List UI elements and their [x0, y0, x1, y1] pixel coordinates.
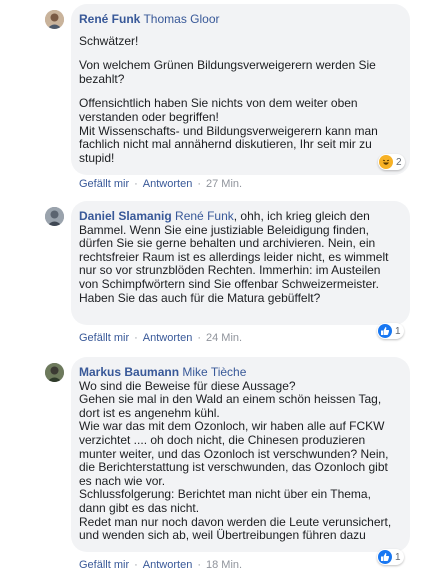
reaction-summary[interactable]: 2 — [378, 154, 405, 170]
like-icon — [378, 324, 392, 338]
avatar[interactable] — [45, 10, 64, 29]
avatar-image — [45, 10, 64, 29]
comment-timestamp[interactable]: 18 Min. — [206, 559, 242, 571]
comment-actions: Gefällt mir · Antworten · 18 Min. — [79, 559, 242, 571]
avatar[interactable] — [45, 207, 64, 226]
separator-dot: · — [197, 332, 201, 344]
comment-text: Schwätzer! — [79, 33, 139, 48]
comment-author[interactable]: René Funk — [79, 12, 140, 26]
comment-text: Wo sind die Beweise für diese Aussage? — [79, 378, 296, 393]
comment-text: Redet man nur noch davon werden die Leut… — [79, 514, 392, 543]
reaction-count: 1 — [395, 551, 401, 563]
comment-author[interactable]: Markus Baumann — [79, 365, 179, 379]
comment-actions: Gefällt mir · Antworten · 24 Min. — [79, 332, 242, 344]
avatar[interactable] — [45, 363, 64, 382]
haha-icon — [379, 155, 393, 169]
like-link[interactable]: Gefällt mir — [79, 178, 129, 190]
reply-link[interactable]: Antworten — [143, 332, 193, 344]
separator-dot: · — [197, 559, 201, 571]
comment-actions: Gefällt mir · Antworten · 27 Min. — [79, 178, 242, 190]
comment-timestamp[interactable]: 27 Min. — [206, 178, 242, 190]
separator-dot: · — [197, 178, 201, 190]
avatar-image — [45, 363, 64, 382]
comment-text: Offensichtlich haben Sie nichts von dem … — [79, 96, 378, 165]
separator-dot: · — [134, 178, 138, 190]
comment-bubble: Daniel Slamanig René Funk, ohh, ich krie… — [71, 201, 410, 325]
comment-author[interactable]: Daniel Slamanig — [79, 209, 172, 223]
comment-mention[interactable]: Mike Tièche — [182, 365, 246, 379]
like-icon — [378, 550, 392, 564]
separator-dot: · — [134, 559, 138, 571]
comment-text: Schlussfolgerung: Berichtet man nicht üb… — [79, 487, 371, 515]
comment-bubble: Markus Baumann Mike Tièche Wo sind die B… — [71, 357, 410, 552]
comment-bubble: René Funk Thomas Gloor Schwätzer! Von we… — [71, 4, 410, 175]
reaction-count: 2 — [396, 156, 402, 168]
reaction-count: 1 — [395, 325, 401, 337]
like-link[interactable]: Gefällt mir — [79, 332, 129, 344]
comment-mention[interactable]: René Funk — [175, 209, 234, 223]
comment-text: Von welchem Grünen Bildungsverweigerern … — [79, 58, 376, 86]
like-link[interactable]: Gefällt mir — [79, 559, 129, 571]
comment-mention[interactable]: Thomas Gloor — [143, 12, 219, 26]
comment-text: Gehen sie mal in den Wald an einem schön… — [79, 392, 382, 420]
reaction-summary[interactable]: 1 — [377, 323, 404, 339]
comment-text: Wie war das mit dem Ozonloch, wir haben … — [79, 419, 389, 488]
comment-timestamp[interactable]: 24 Min. — [206, 332, 242, 344]
reaction-summary[interactable]: 1 — [377, 549, 404, 565]
separator-dot: · — [134, 332, 138, 344]
reply-link[interactable]: Antworten — [143, 178, 193, 190]
reply-link[interactable]: Antworten — [143, 559, 193, 571]
avatar-image — [45, 207, 64, 226]
comment-text: , ohh, ich krieg gleich den Bammel. Wenn… — [79, 209, 389, 305]
